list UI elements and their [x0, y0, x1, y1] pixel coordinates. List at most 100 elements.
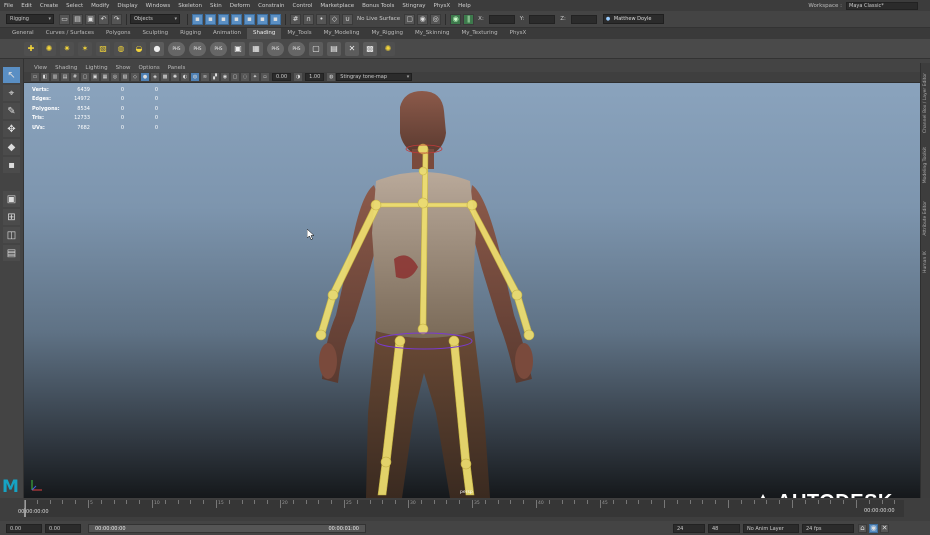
menu-edit[interactable]: Edit [17, 3, 36, 9]
panel-menu-panels[interactable]: Panels [164, 65, 190, 71]
menu-select[interactable]: Select [62, 3, 87, 9]
render-icon[interactable]: ◉ [417, 13, 429, 25]
camera-icon[interactable]: ◧ [41, 73, 49, 81]
menu-bonus-tools[interactable]: Bonus Tools [358, 3, 398, 9]
two-view-icon[interactable]: ◫ [3, 227, 20, 243]
exposure-field[interactable]: 0.00 [272, 73, 292, 81]
anim-layer-dropdown[interactable]: No Anim Layer [743, 523, 799, 533]
time-slider[interactable]: 5 10 15 20 25 30 35 40 45 00:00:00:00 00:00:00:0… [0, 498, 930, 521]
motion-blur-icon[interactable]: ≋ [201, 73, 209, 81]
menu-modify[interactable]: Modify [87, 3, 113, 9]
grid-icon[interactable]: # [71, 73, 79, 81]
shelf-tab-my-texturing[interactable]: My_Texturing [455, 28, 503, 39]
render-view-icon[interactable]: ▢ [404, 13, 416, 25]
menu-control[interactable]: Control [289, 3, 317, 9]
user-account-dropdown[interactable]: Matthew Doyle [602, 14, 665, 24]
directional-light-icon[interactable]: ✚ [24, 41, 38, 56]
render-settings-icon[interactable]: ▣ [231, 41, 245, 56]
menu-physx[interactable]: PhysX [429, 3, 454, 9]
xray-icon[interactable]: ◌ [241, 73, 249, 81]
render-sequence-icon[interactable]: ▤ [327, 41, 341, 56]
shelf-tab-rigging[interactable]: Rigging [174, 28, 207, 39]
bookmark-icon[interactable]: ▥ [51, 73, 59, 81]
batch-render-icon[interactable]: ✕ [345, 41, 359, 56]
shelf-tab-polygons[interactable]: Polygons [100, 28, 136, 39]
outliner-layout-icon[interactable]: ▤ [3, 245, 20, 261]
anti-aliasing-icon[interactable]: ▞ [211, 73, 219, 81]
hypershade-icon[interactable]: ▦ [249, 41, 263, 56]
isolate-select-icon[interactable]: ▢ [231, 73, 239, 81]
menu-windows[interactable]: Windows [142, 3, 175, 9]
snap-point-icon[interactable]: • [316, 13, 327, 25]
menu-help[interactable]: Help [454, 3, 475, 9]
lasso-tool-icon[interactable]: ⌖ [3, 85, 20, 101]
gate-mask-icon[interactable]: ▦ [101, 73, 109, 81]
menu-skin[interactable]: Skin [206, 3, 226, 9]
x-field[interactable] [488, 14, 515, 24]
range-slider[interactable]: 00:00:00:00 00:00:01:00 [88, 523, 366, 533]
preferences-icon[interactable]: ✕ [880, 523, 889, 533]
xray-components-icon[interactable]: ▫ [261, 73, 269, 81]
safe-action-icon[interactable]: ▧ [121, 73, 129, 81]
gamma-icon[interactable]: ◑ [294, 73, 303, 81]
shelf-tab-my-tools[interactable]: My_Tools [281, 28, 317, 39]
mask-icon[interactable]: ▪ [244, 13, 255, 25]
select-tool-icon[interactable]: ↖ [3, 67, 20, 83]
color-management-icon[interactable]: ◍ [327, 73, 336, 81]
save-scene-icon[interactable]: ▣ [85, 13, 96, 25]
shelf-tab-my-rigging[interactable]: My_Rigging [365, 28, 409, 39]
auto-key-icon[interactable]: ◉ [869, 523, 878, 533]
play-icon[interactable]: ◉ [450, 13, 462, 25]
single-view-icon[interactable]: ▣ [3, 191, 20, 207]
selection-mode-dropdown[interactable]: Objects [130, 14, 180, 24]
shadows-icon[interactable]: ◐ [181, 73, 189, 81]
menu-skeleton[interactable]: Skeleton [174, 3, 206, 9]
xray-joints-icon[interactable]: ✦ [251, 73, 259, 81]
menu-marketplace[interactable]: Marketplace [316, 3, 358, 9]
modeling-toolkit-tab[interactable]: Modeling Toolkit [923, 147, 928, 183]
workspace-dropdown[interactable]: Maya Classic* [846, 1, 918, 10]
select-by-component-icon[interactable]: ▪ [218, 13, 229, 25]
time-slider-track[interactable]: 5 10 15 20 25 30 35 40 45 [24, 500, 904, 517]
menu-display[interactable]: Display [113, 3, 141, 9]
viewport-persp[interactable]: Verts: 6439 0 0 Edges: 14972 0 0 Polygon… [24, 83, 920, 498]
lights-icon[interactable]: ✺ [171, 73, 179, 81]
physx-shelf-button[interactable]: PHS [288, 41, 305, 56]
start-time-field[interactable]: 0.00 [6, 523, 42, 533]
paint-select-tool-icon[interactable]: ✎ [3, 103, 20, 119]
menu-stingray[interactable]: Stingray [398, 3, 429, 9]
magnet-icon[interactable]: ∪ [342, 13, 353, 25]
lookdev-icon[interactable]: ✺ [381, 41, 395, 56]
physx-shelf-button[interactable]: PHS [267, 41, 284, 56]
field-chart-icon[interactable]: ◎ [111, 73, 119, 81]
human-ik-tab[interactable]: Human IK [923, 251, 928, 273]
shelf-tab-shading[interactable]: Shading [247, 28, 282, 39]
menu-create[interactable]: Create [36, 3, 62, 9]
z-field[interactable] [570, 14, 597, 24]
panel-menu-lighting[interactable]: Lighting [81, 65, 111, 71]
image-plane-icon[interactable]: ▤ [61, 73, 69, 81]
texture-icon[interactable]: ▩ [363, 41, 377, 56]
anim-end-field[interactable]: 48 [708, 523, 740, 533]
character-model[interactable] [24, 83, 920, 498]
physx-shelf-button[interactable]: PHS [168, 41, 185, 56]
shelf-tab-physx[interactable]: PhysX [504, 28, 533, 39]
menuset-dropdown[interactable]: Rigging [6, 14, 54, 24]
panel-menu-view[interactable]: View [30, 65, 51, 71]
area-light-icon[interactable]: ▧ [96, 41, 110, 56]
point-light-icon[interactable]: ✷ [60, 41, 74, 56]
shelf-tab-sculpting[interactable]: Sculpting [136, 28, 174, 39]
select-by-hierarchy-icon[interactable]: ▪ [192, 13, 203, 25]
sky-dome-icon[interactable]: ◒ [132, 41, 146, 56]
physx-shelf-button[interactable]: PHS [189, 41, 206, 56]
material-icon[interactable]: ● [150, 41, 164, 56]
anim-start-field[interactable]: 0.00 [45, 523, 81, 533]
wireframe-icon[interactable]: ◇ [131, 73, 139, 81]
redo-icon[interactable]: ↷ [111, 13, 122, 25]
view-transform-dropdown[interactable]: Stingray tone-map [336, 73, 413, 81]
snap-curve-icon[interactable]: ∩ [303, 13, 314, 25]
character-set-icon[interactable]: ⌂ [858, 523, 867, 533]
pause-icon[interactable]: ∥ [463, 13, 475, 25]
snap-grid-icon[interactable]: # [290, 13, 301, 25]
resolution-gate-icon[interactable]: ▣ [91, 73, 99, 81]
